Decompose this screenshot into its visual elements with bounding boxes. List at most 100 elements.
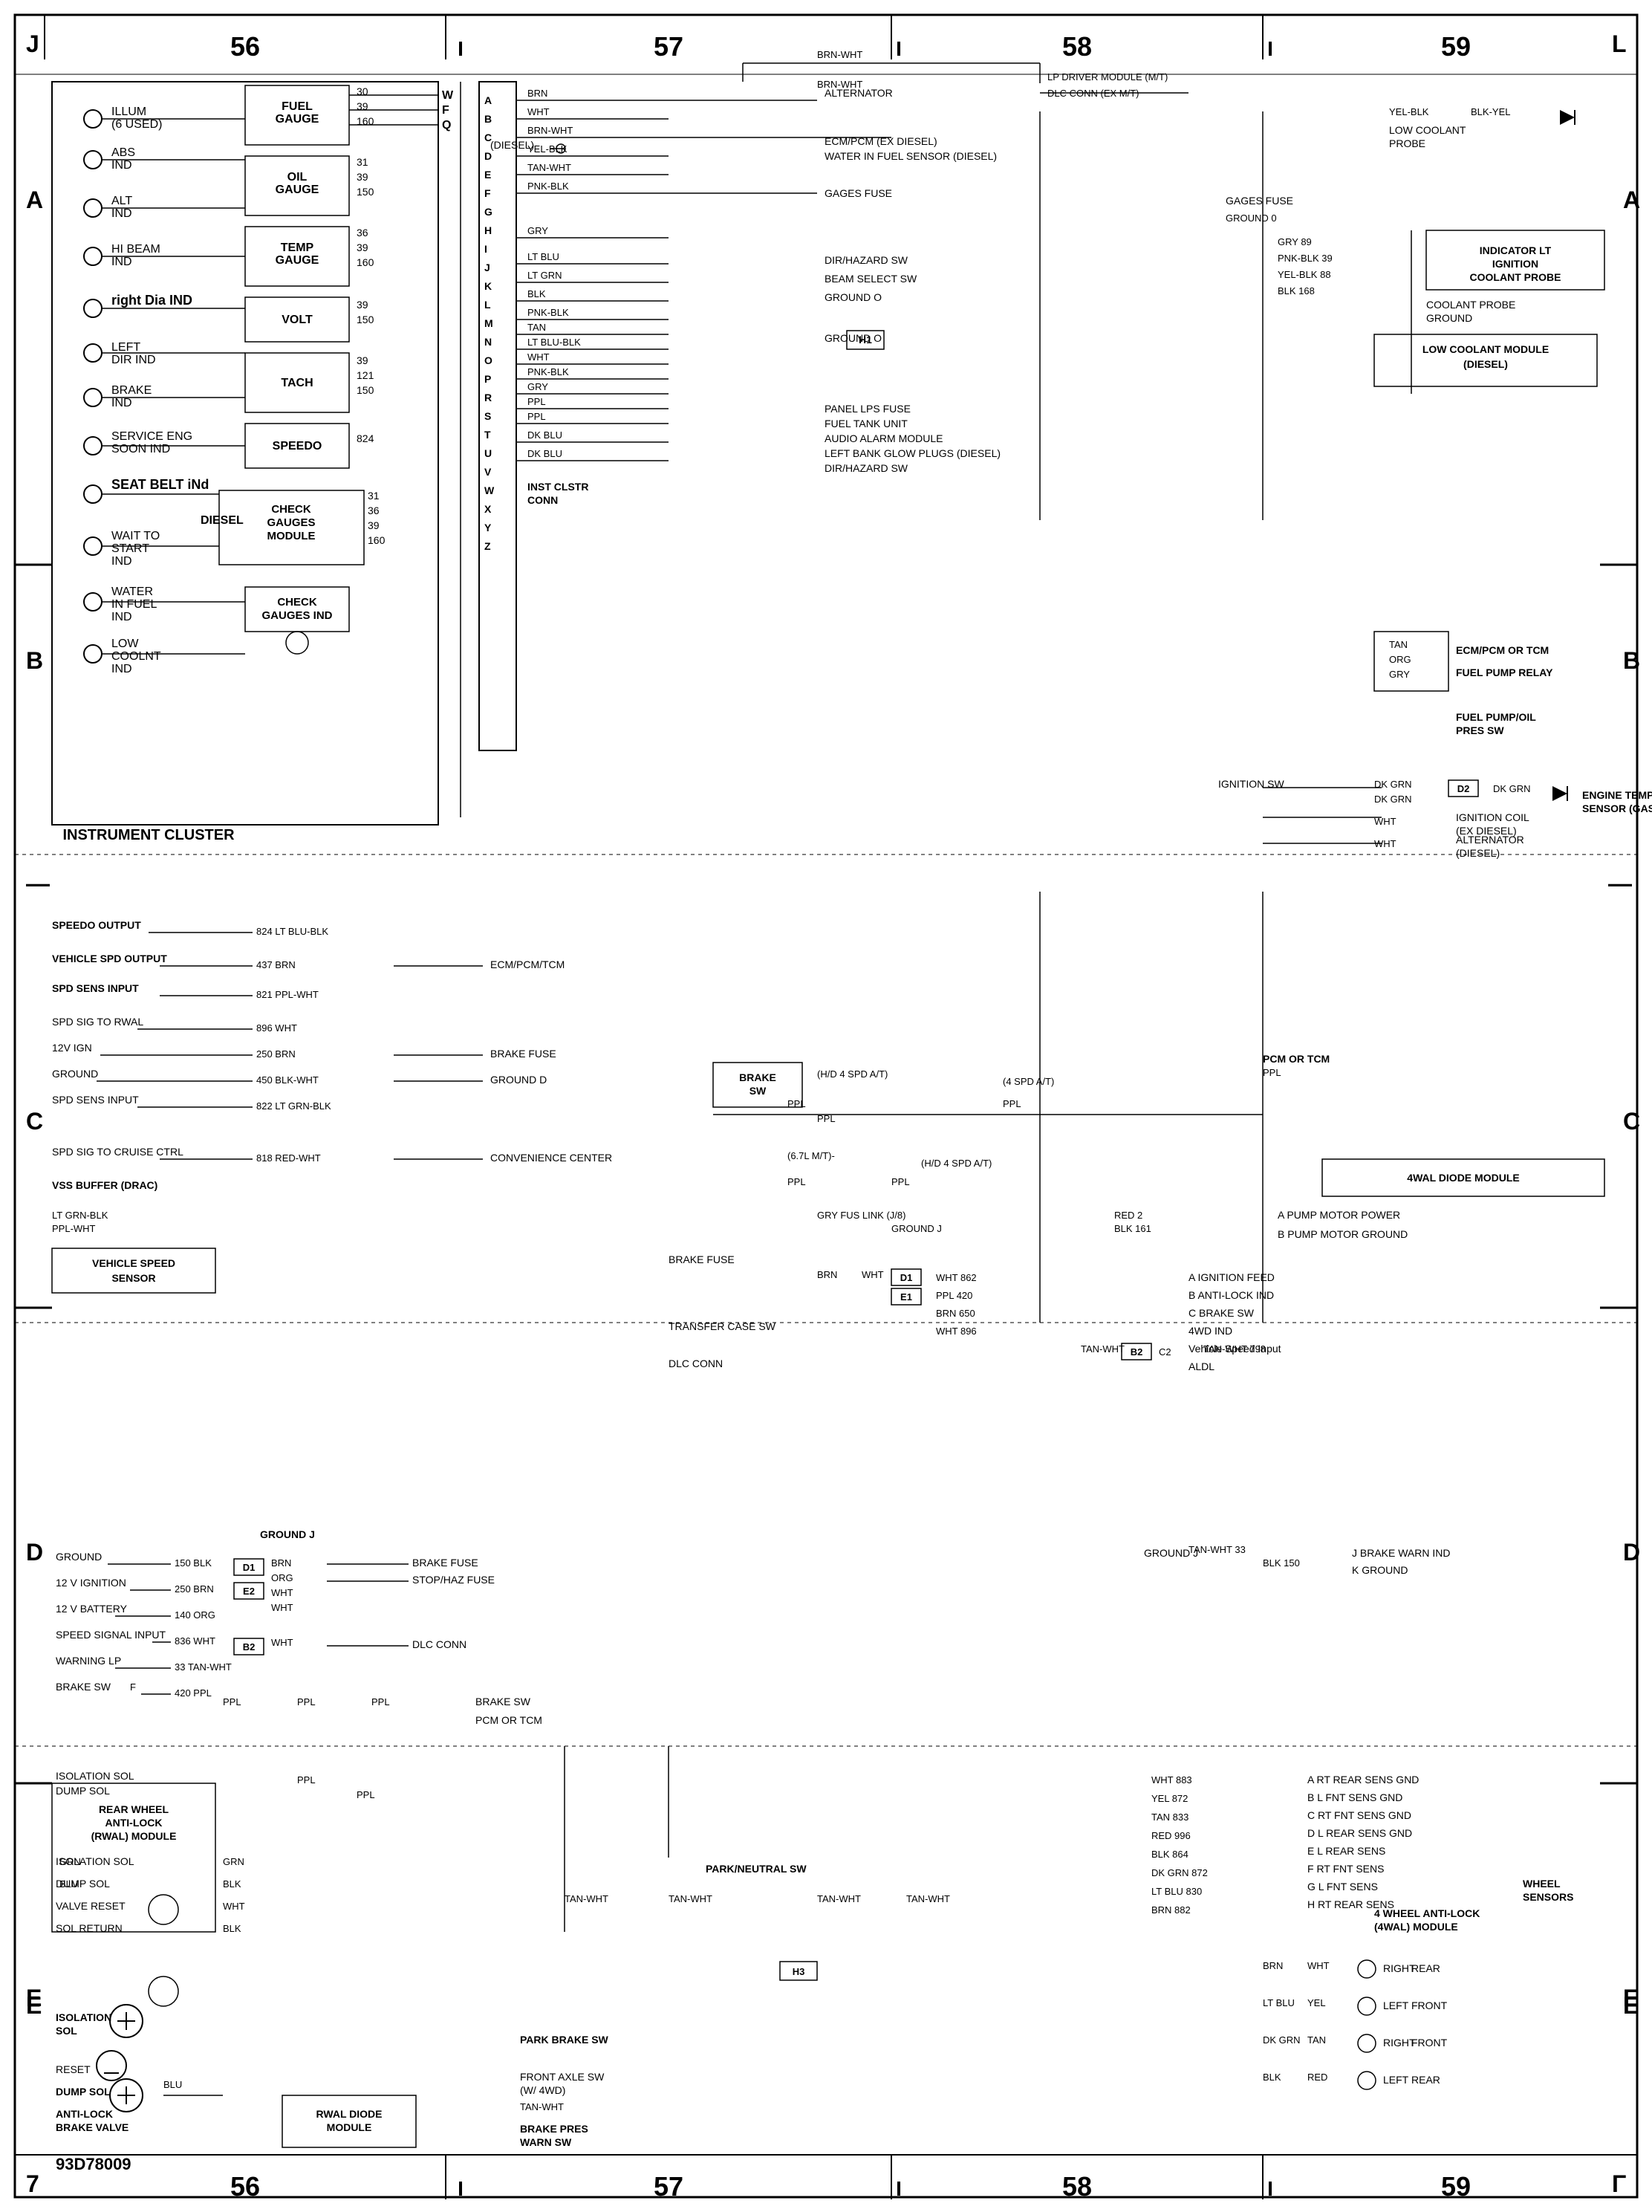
cg-t1: 31 (368, 490, 380, 502)
wire-pnk-blk-3: PNK-BLK (527, 366, 569, 377)
wheel-sensors-label2: SENSORS (1523, 1891, 1573, 1903)
e1-label: E1 (900, 1291, 912, 1303)
left-dir-label2: DIR IND (111, 354, 156, 366)
ecm-pcm-dest: ECM/PCM (EX DIESEL) (825, 135, 937, 147)
ppl-brake-1: PPL (787, 1098, 806, 1109)
svg-text:I: I (458, 2177, 464, 2200)
spd-sens-input-label: SPD SENS INPUT (52, 982, 139, 994)
volt-t1: 39 (357, 299, 368, 311)
brn-wht-top: BRN-WHT (817, 49, 862, 60)
park-neutral-sw-label: PARK/NEUTRAL SW (706, 1863, 807, 1875)
rt-fnt-sens-gnd: C RT FNT SENS GND (1307, 1809, 1411, 1821)
org-wire: ORG (1389, 654, 1411, 665)
col-59-bot: 59 (1441, 2171, 1471, 2202)
grn-right-rwal: GRN (223, 1856, 244, 1867)
brake-sw-d-dest: BRAKE SW (475, 1696, 531, 1707)
speedo-output-label: SPEEDO OUTPUT (52, 919, 141, 931)
svg-text:I: I (1267, 2177, 1273, 2200)
seat-belt-ind-label: SEAT BELT iNd (111, 477, 209, 492)
420-ppl: 420 PPL (175, 1687, 212, 1699)
hi-beam-label: HI BEAM (111, 243, 160, 256)
aldl-label: ALDL (1188, 1360, 1214, 1372)
wire-tan: TAN (527, 322, 546, 333)
row-c-left: C (26, 1108, 43, 1135)
blk-161-label: BLK 161 (1114, 1223, 1151, 1234)
left-front-label: LEFT (1383, 1999, 1409, 2011)
b2-label-d: B2 (243, 1641, 256, 1652)
oil-gauge-label2: GAUGE (276, 184, 319, 196)
hi-beam-label2: IND (111, 256, 132, 268)
check-gauges-mod-label2: GAUGES (267, 516, 315, 529)
tan-833: TAN 833 (1151, 1812, 1188, 1823)
ppl-pcm-tcm: PPL (1263, 1067, 1281, 1078)
dk-grn-872: DK GRN 872 (1151, 1867, 1208, 1878)
pin-a: A (484, 94, 492, 106)
stop-haz-fuse: STOP/HAZ FUSE (412, 1574, 495, 1586)
blk-right-rwal-2: BLK (223, 1923, 241, 1934)
836-wht-d: 836 WHT (175, 1635, 215, 1647)
lt-grn-blk-c: LT GRN-BLK (52, 1210, 108, 1221)
low-coolant-module-label2: (DIESEL) (1463, 358, 1508, 370)
gry-wire: GRY (1389, 669, 1410, 680)
alt-ind-label2: IND (111, 207, 132, 220)
spd-sens-2-wire: 822 LT GRN-BLK (256, 1100, 331, 1112)
ground-k: K GROUND (1352, 1564, 1408, 1576)
low-coolnt-label2: COOLNT (111, 650, 161, 663)
brake-ind-label2: IND (111, 397, 132, 409)
brake-sw-label2: SW (749, 1085, 767, 1097)
reset-label: RESET (56, 2063, 91, 2075)
abs-ind-label2: IND (111, 159, 132, 172)
volt-label: VOLT (282, 314, 313, 326)
vss-label: VEHICLE SPEED (92, 1257, 175, 1269)
engine-temp-sensor-label2: SENSOR (GAS) (1582, 802, 1652, 814)
temp-gauge-label2: GAUGE (276, 254, 319, 267)
vss-label2: SENSOR (111, 1272, 155, 1284)
wait-to-start-label3: IND (111, 555, 132, 568)
front-axle-sw-label2: (W/ 4WD) (520, 2084, 565, 2096)
f-label-d: F (130, 1681, 136, 1693)
wire-lt-blu-blk: LT BLU-BLK (527, 337, 581, 348)
brake-sw-f: BRAKE SW (56, 1681, 111, 1693)
ppl-c-1: PPL (787, 1176, 806, 1187)
doc-number: 93D78009 (56, 2155, 131, 2173)
cg-t2: 36 (368, 505, 380, 516)
blk-right-rwal: BLK (223, 1878, 241, 1890)
gages-fuse-ground: GROUND 0 (1226, 213, 1277, 224)
col-58-top: 58 (1062, 31, 1092, 62)
spd-sens-input-2: SPD SENS INPUT (52, 1094, 139, 1106)
left-rear-label: LEFT (1383, 2074, 1409, 2086)
right-dir-ind-label: right Dia IND (111, 293, 192, 308)
fuel-gauge-label: FUEL (282, 100, 313, 113)
brn-882: BRN 882 (1151, 1904, 1191, 1916)
pcm-tcm-d-dest: PCM OR TCM (475, 1714, 542, 1726)
ground-j-label: GROUND J (260, 1528, 315, 1540)
wire-dk-blu-1: DK BLU (527, 429, 562, 441)
rt-rear-sens: H RT REAR SENS (1307, 1898, 1394, 1910)
dlc-conn-d-label: DLC CONN (669, 1358, 723, 1369)
b2-d-row: B2 (1131, 1346, 1143, 1358)
4spd-at-label: (4 SPD A/T) (1003, 1076, 1054, 1087)
alt-diesel-label2: (DIESEL) (1456, 847, 1500, 859)
l-rear-sens: E L REAR SENS (1307, 1845, 1385, 1857)
water-fuel-dest: WATER IN FUEL SENSOR (DIESEL) (825, 150, 997, 162)
pump-motor-power-label: A PUMP MOTOR POWER (1278, 1209, 1400, 1221)
diesel-label: DIESEL (201, 514, 244, 527)
tan-wht-pn-3: TAN-WHT (817, 1893, 861, 1904)
pin-u: U (484, 447, 492, 459)
140-org: 140 ORG (175, 1609, 215, 1621)
fuel-tank-dest: FUEL TANK UNIT (825, 418, 908, 429)
svg-text:Γ: Γ (1612, 2170, 1626, 2197)
water-fuel-label2: IN FUEL (111, 598, 157, 611)
rear-label-2: REAR (1411, 2074, 1440, 2086)
service-eng-label: SERVICE ENG (111, 430, 192, 443)
anti-lock-brake-valve: ANTI-LOCK (56, 2108, 113, 2120)
brake-fuse-dest: BRAKE FUSE (490, 1048, 556, 1060)
spd-sig-rwal-wire: 896 WHT (256, 1022, 297, 1034)
wht-b2: WHT (271, 1637, 293, 1648)
illum-label: ILLUM (111, 106, 146, 118)
col-56-bot: 56 (230, 2171, 260, 2202)
brake-fuse-d: BRAKE FUSE (412, 1557, 478, 1569)
wire-gry-2: GRY (527, 381, 548, 392)
row-e-mid-left: E (26, 1992, 42, 2019)
tach-t1: 39 (357, 354, 368, 366)
